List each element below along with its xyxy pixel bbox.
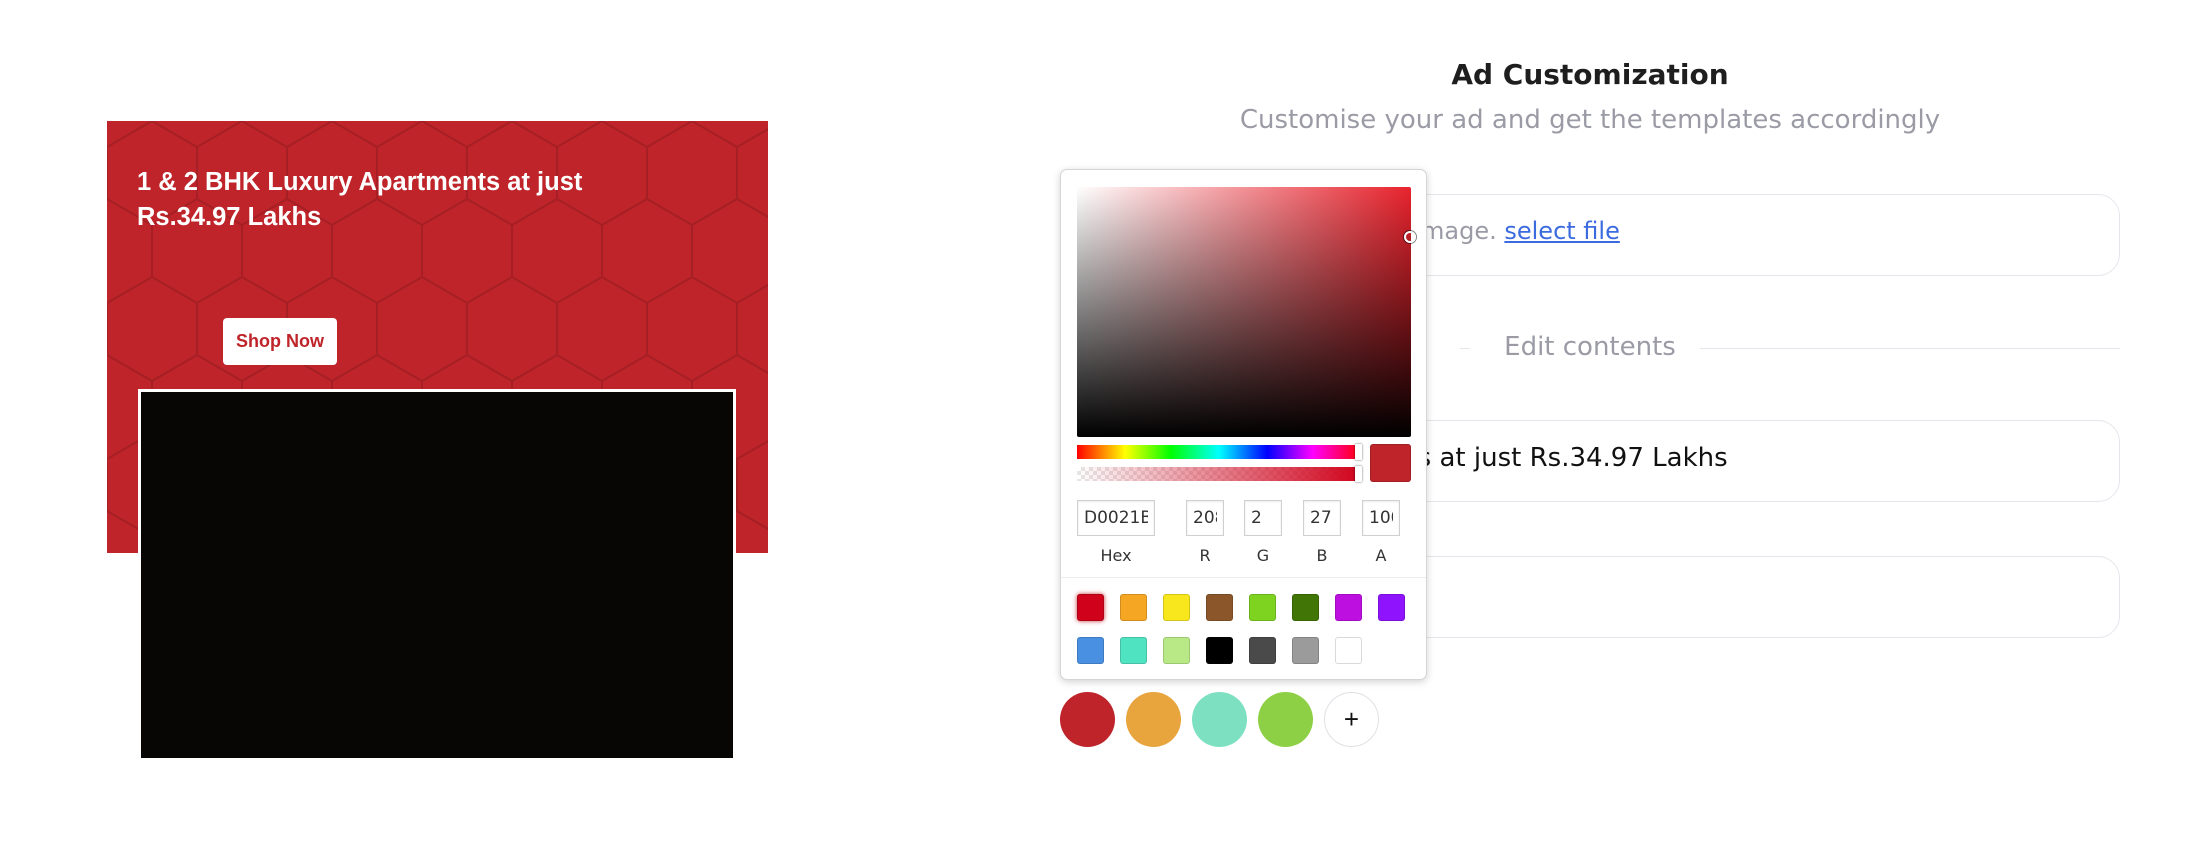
preset-swatch[interactable] (1378, 594, 1405, 621)
green-label: G (1256, 546, 1270, 565)
alpha-handle[interactable] (1355, 466, 1362, 482)
green-input[interactable] (1244, 500, 1282, 536)
preset-swatch[interactable] (1163, 637, 1190, 664)
divider-line (1700, 348, 2120, 349)
active-color-preview (1370, 444, 1411, 482)
color-swatches: + (1060, 692, 1379, 748)
divider-line (1460, 348, 1470, 349)
preset-swatch[interactable] (1335, 637, 1362, 664)
headline-input-value: nts at just Rs.34.97 Lakhs (1391, 443, 1728, 473)
upload-text: mage. select file (1421, 217, 1620, 245)
hex-input[interactable] (1077, 500, 1155, 536)
preset-swatch[interactable] (1335, 594, 1362, 621)
preset-swatch[interactable] (1120, 594, 1147, 621)
panel-title: Ad Customization (1451, 58, 1729, 91)
preset-swatch[interactable] (1249, 637, 1276, 664)
red-input[interactable] (1186, 500, 1224, 536)
shop-now-button[interactable]: Shop Now (223, 318, 337, 365)
swatch-red[interactable] (1060, 692, 1115, 747)
ad-headline: 1 & 2 BHK Luxury Apartments at just Rs.3… (137, 168, 583, 231)
alpha-label: A (1375, 546, 1387, 565)
blue-input[interactable] (1303, 500, 1341, 536)
preset-swatch[interactable] (1163, 594, 1190, 621)
red-label: R (1199, 546, 1211, 565)
preset-colors (1077, 594, 1417, 664)
preset-swatch[interactable] (1206, 637, 1233, 664)
color-picker: Hex R G B A (1060, 169, 1427, 680)
preset-divider (1061, 577, 1426, 578)
saturation-handle[interactable] (1404, 231, 1416, 243)
swatch-teal[interactable] (1192, 692, 1247, 747)
select-file-link[interactable]: select file (1504, 217, 1620, 245)
preset-swatch[interactable] (1206, 594, 1233, 621)
preset-swatch[interactable] (1120, 637, 1147, 664)
preset-swatch[interactable] (1077, 637, 1104, 664)
add-color-button[interactable]: + (1324, 692, 1379, 747)
alpha-input[interactable] (1362, 500, 1400, 536)
alpha-slider[interactable] (1077, 466, 1362, 482)
ad-image-placeholder (138, 389, 736, 761)
section-label: Edit contents (1504, 332, 1676, 362)
swatch-green[interactable] (1258, 692, 1313, 747)
upload-hint: mage. (1421, 217, 1497, 245)
saturation-area[interactable] (1077, 187, 1416, 437)
preset-swatch[interactable] (1292, 594, 1319, 621)
page: 1 & 2 BHK Luxury Apartments at just Rs.3… (0, 0, 2194, 853)
panel-subtitle: Customise your ad and get the templates … (1239, 105, 1941, 135)
preset-swatch[interactable] (1249, 594, 1276, 621)
hue-handle[interactable] (1355, 444, 1362, 460)
hex-label: Hex (1100, 546, 1132, 565)
preset-swatch[interactable] (1292, 637, 1319, 664)
hue-slider[interactable] (1077, 444, 1362, 460)
edit-contents-divider: Edit contents (1460, 330, 2120, 366)
preset-swatch[interactable] (1077, 594, 1104, 621)
blue-label: B (1316, 546, 1328, 565)
swatch-orange[interactable] (1126, 692, 1181, 747)
